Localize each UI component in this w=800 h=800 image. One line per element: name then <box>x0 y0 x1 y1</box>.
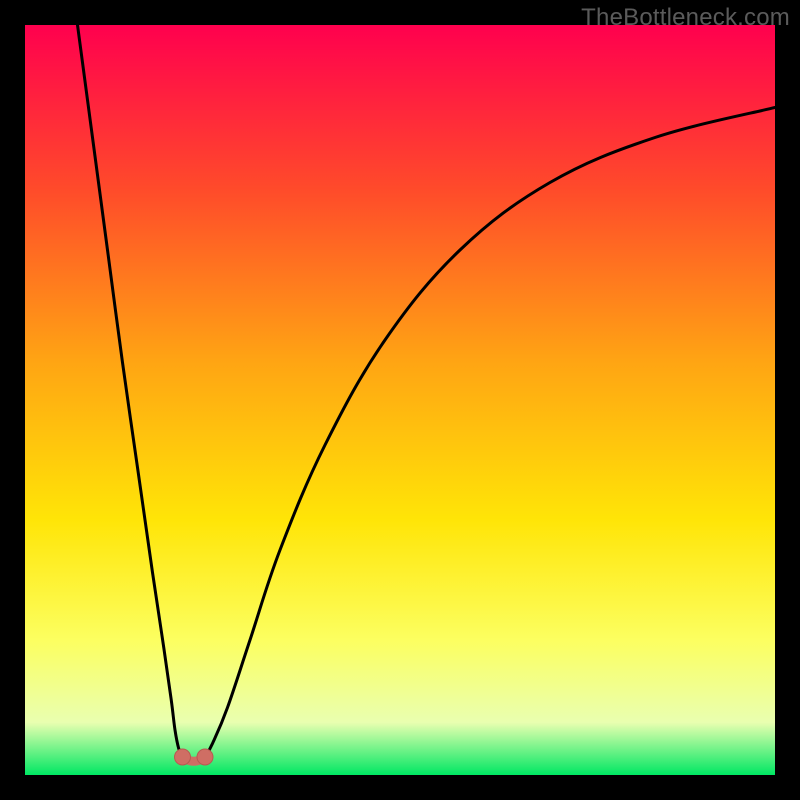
bottleneck-chart <box>25 25 775 775</box>
min-marker <box>175 749 191 765</box>
gradient-background <box>25 25 775 775</box>
min-marker <box>197 749 213 765</box>
chart-frame: TheBottleneck.com <box>0 0 800 800</box>
